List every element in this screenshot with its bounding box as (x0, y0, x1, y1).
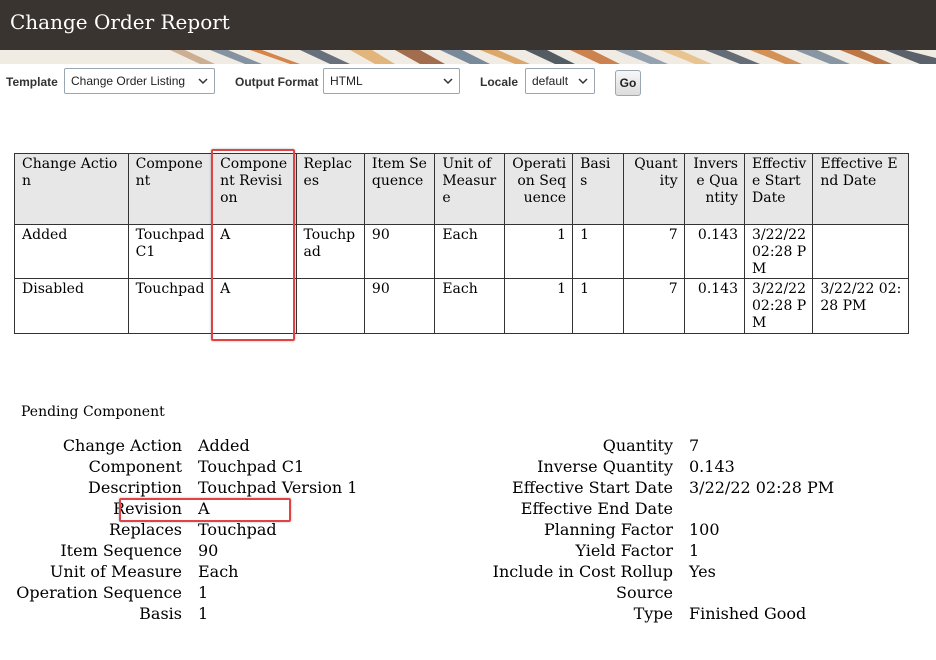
column-header: Unit of Measure (434, 153, 505, 225)
field-value: Touchpad (198, 520, 277, 539)
field-value: 1 (198, 604, 209, 623)
field-label: Effective Start Date (512, 478, 673, 497)
field-label: Inverse Quantity (537, 457, 673, 476)
pending-right-values: 7 0.143 3/22/22 02:28 PM 100 1 Yes Finis… (689, 437, 889, 626)
table-cell: 3/22/22 02:28 PM (812, 278, 909, 334)
table-cell: Touchpad (295, 224, 365, 279)
chevron-down-icon (443, 78, 453, 85)
table-cell (812, 224, 909, 279)
pending-left-values: Added Touchpad C1 Touchpad Version 1 A T… (198, 437, 398, 626)
table-row: Disabled Touchpad A 90 Each 1 1 7 0.143 … (14, 278, 909, 334)
column-header: Operation Sequence (503, 153, 574, 225)
table-cell: 1 (503, 278, 574, 334)
table-cell: 0.143 (683, 224, 746, 279)
field-label: Effective End Date (520, 499, 673, 518)
field-value: 100 (689, 520, 720, 539)
table-cell: Touchpad (127, 278, 214, 334)
field-value: 90 (198, 541, 219, 560)
column-header: Change Action (14, 153, 129, 225)
report-header: Change Order Report (0, 0, 936, 50)
table-cell: 90 (363, 224, 436, 279)
field-label: Type (633, 604, 673, 623)
change-order-table: Change Action Component Component Revisi… (14, 153, 909, 334)
field-value: Finished Good (689, 604, 807, 623)
field-value: Touchpad Version 1 (198, 478, 358, 497)
field-label: Quantity (602, 436, 673, 455)
table-cell (295, 278, 365, 334)
column-header: Effective Start Date (743, 153, 814, 225)
table-row: Added Touchpad C1 A Touchpad 90 Each 1 1… (14, 224, 909, 279)
column-header: Basis (572, 153, 625, 225)
field-label: Change Action (62, 436, 182, 455)
field-label: Replaces (108, 520, 182, 539)
pending-component-title: Pending Component (21, 404, 165, 420)
field-value: 1 (689, 541, 700, 560)
report-toolbar: Template Change Order Listing Output For… (0, 64, 936, 100)
output-format-label: Output Format (235, 75, 319, 89)
column-header: Quantity (623, 153, 685, 225)
output-format-select-value: HTML (330, 74, 363, 88)
column-header: Inverse Quantity (683, 153, 746, 225)
decorative-banner (0, 50, 936, 64)
field-label: Unit of Measure (49, 562, 182, 581)
table-cell: 1 (572, 224, 625, 279)
field-label: Operation Sequence (16, 583, 182, 602)
column-header: Effective End Date (812, 153, 909, 225)
field-value: 1 (198, 583, 209, 602)
field-value: Each (198, 562, 239, 581)
field-label: Planning Factor (543, 520, 673, 539)
template-select[interactable]: Change Order Listing (64, 68, 215, 94)
table-cell: 0.143 (683, 278, 746, 334)
field-label: Component (88, 457, 182, 476)
field-value: Yes (689, 562, 716, 581)
template-select-value: Change Order Listing (71, 74, 186, 88)
field-label: Yield Factor (575, 541, 673, 560)
revision-column-highlight (211, 149, 295, 341)
pending-left-labels: Change Action Component Description Revi… (0, 437, 182, 626)
table-cell: Each (434, 278, 505, 334)
locale-select[interactable]: default (525, 68, 595, 94)
field-value: 0.143 (689, 457, 735, 476)
column-header: Component (127, 153, 214, 225)
locale-select-value: default (532, 74, 569, 88)
table-cell: Disabled (14, 278, 129, 334)
chevron-down-icon (578, 78, 588, 85)
table-cell: 7 (623, 278, 685, 334)
table-cell: Each (434, 224, 505, 279)
field-label: Basis (139, 604, 182, 623)
go-button[interactable]: Go (615, 70, 641, 96)
field-value: Touchpad C1 (198, 457, 305, 476)
field-label: Item Sequence (60, 541, 182, 560)
field-label: Include in Cost Rollup (492, 562, 673, 581)
field-value: 7 (689, 436, 700, 455)
template-label: Template (6, 75, 58, 89)
field-value: 3/22/22 02:28 PM (689, 478, 835, 497)
field-value: Added (198, 436, 250, 455)
table-cell: Touchpad C1 (127, 224, 214, 279)
table-cell: 90 (363, 278, 436, 334)
column-header: Replaces (295, 153, 365, 225)
output-format-select[interactable]: HTML (323, 68, 460, 94)
table-cell: 7 (623, 224, 685, 279)
table-header-row: Change Action Component Component Revisi… (14, 153, 909, 225)
table-cell: Added (14, 224, 129, 279)
table-cell: 3/22/22 02:28 PM (743, 224, 814, 279)
column-header: Item Sequence (363, 153, 436, 225)
table-cell: 1 (572, 278, 625, 334)
table-cell: 1 (503, 224, 574, 279)
locale-label: Locale (480, 75, 519, 89)
revision-field-highlight (119, 498, 291, 522)
page-title: Change Order Report (10, 10, 230, 34)
table-cell: 3/22/22 02:28 PM (743, 278, 814, 334)
field-label: Description (88, 478, 182, 497)
pending-right-labels: Quantity Inverse Quantity Effective Star… (400, 437, 673, 626)
field-label: Source (616, 583, 673, 602)
chevron-down-icon (198, 78, 208, 85)
